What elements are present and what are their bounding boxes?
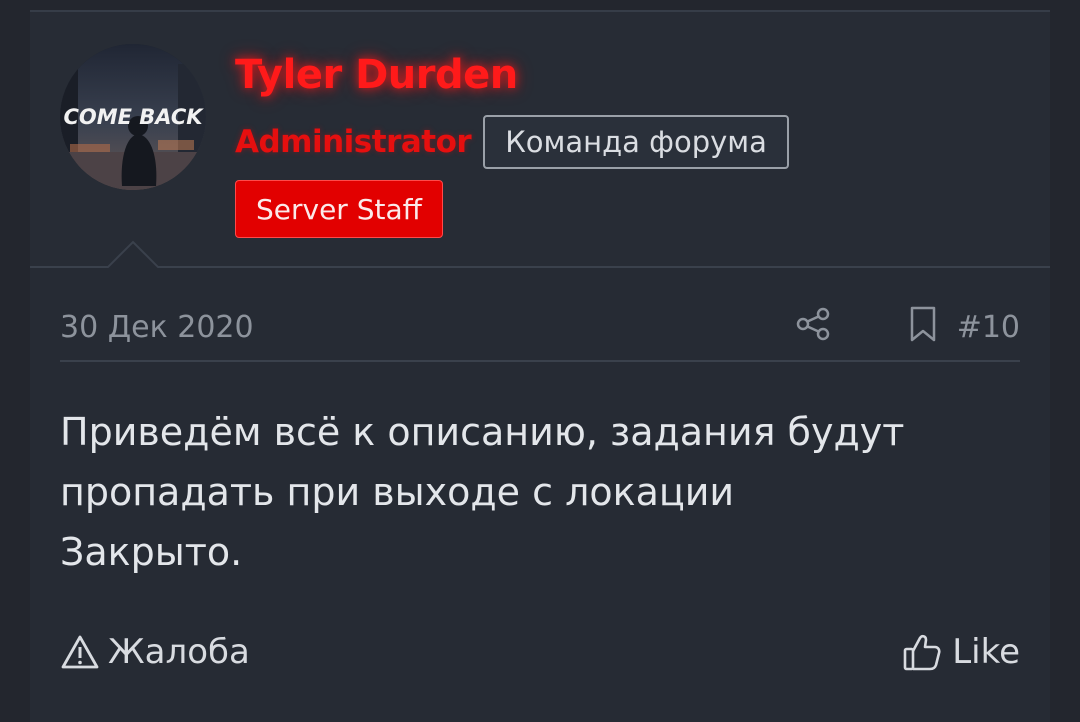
report-label: Жалоба xyxy=(108,632,250,672)
warning-triangle-icon xyxy=(61,635,99,669)
bookmark-icon[interactable] xyxy=(908,306,938,342)
post-meta: 30 Дек 2020 #10 xyxy=(60,302,1020,362)
post-actions: Жалоба Like xyxy=(60,624,1020,680)
post-author-block: COME BACK Tyler Durden Administrator Ком… xyxy=(30,12,1050,270)
post-message: Приведём всё к описанию, задания будут п… xyxy=(60,402,1020,582)
report-button[interactable]: Жалоба xyxy=(60,624,250,680)
role-line: Administrator Команда форума xyxy=(235,114,789,170)
forum-post: COME BACK Tyler Durden Administrator Ком… xyxy=(30,10,1050,722)
username[interactable]: Tyler Durden xyxy=(235,52,518,98)
like-button[interactable]: Like xyxy=(902,624,1020,680)
message-line: пропадать при выходе с локации xyxy=(60,470,735,514)
share-icon[interactable] xyxy=(795,306,831,342)
like-label: Like xyxy=(952,632,1020,672)
avatar-text: COME BACK xyxy=(63,105,204,129)
team-badge: Команда форума xyxy=(483,115,789,169)
forum-page: COME BACK Tyler Durden Administrator Ком… xyxy=(0,0,1080,722)
post-date[interactable]: 30 Дек 2020 xyxy=(60,310,254,345)
post-number[interactable]: #10 xyxy=(957,310,1020,345)
message-arrow xyxy=(105,240,161,270)
user-avatar[interactable]: COME BACK xyxy=(60,44,206,190)
user-title: Administrator xyxy=(235,124,472,160)
thumbs-up-icon xyxy=(903,634,941,671)
message-line: Закрыто. xyxy=(60,530,243,574)
message-line: Приведём всё к описанию, задания будут xyxy=(60,410,905,454)
staff-badge: Server Staff xyxy=(235,180,443,238)
